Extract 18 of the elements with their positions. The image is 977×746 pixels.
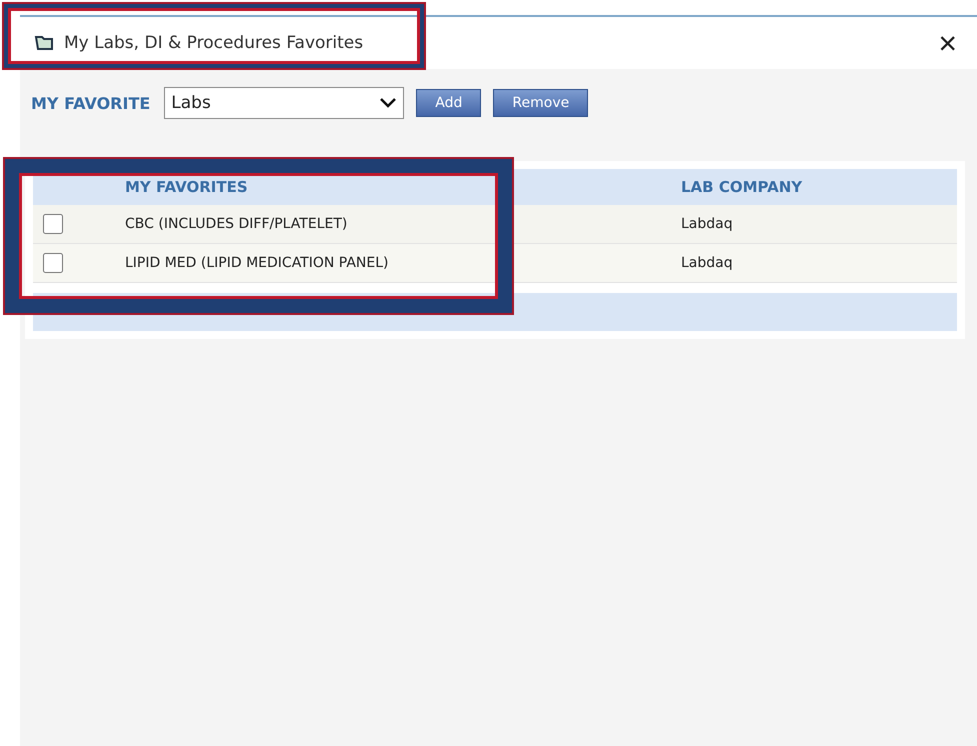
table-cell-text: LIPID MED (LIPID MEDICATION PANEL)	[125, 255, 390, 271]
table-row[interactable]: LIPID MED (LIPID MEDICATION PANEL) Labdaq	[33, 244, 957, 283]
window-title: My Labs, DI & Procedures Favorites	[64, 33, 364, 53]
close-button[interactable]: ×	[932, 27, 963, 59]
favorite-label: MY FAVORITE	[31, 94, 150, 112]
chevron-icon	[379, 97, 398, 109]
column-header: MY FAVORITES	[125, 178, 249, 196]
row-checkbox[interactable]	[43, 214, 63, 234]
remove-button[interactable]: Remove	[493, 89, 588, 117]
window-icon	[34, 34, 54, 52]
table-row[interactable]: CBC (INCLUDES DIFF/PLATELET) Labdaq	[33, 205, 957, 244]
add-button[interactable]: Add	[416, 89, 482, 117]
favorite-dropdown[interactable]: Labs	[164, 87, 404, 119]
table-cell-text: Labdaq	[681, 255, 734, 271]
row-checkbox[interactable]	[43, 253, 63, 273]
column-header: LAB COMPANY	[681, 178, 804, 196]
table-cell-text: CBC (INCLUDES DIFF/PLATELET)	[125, 216, 348, 232]
table-cell-text: Labdaq	[681, 216, 734, 232]
